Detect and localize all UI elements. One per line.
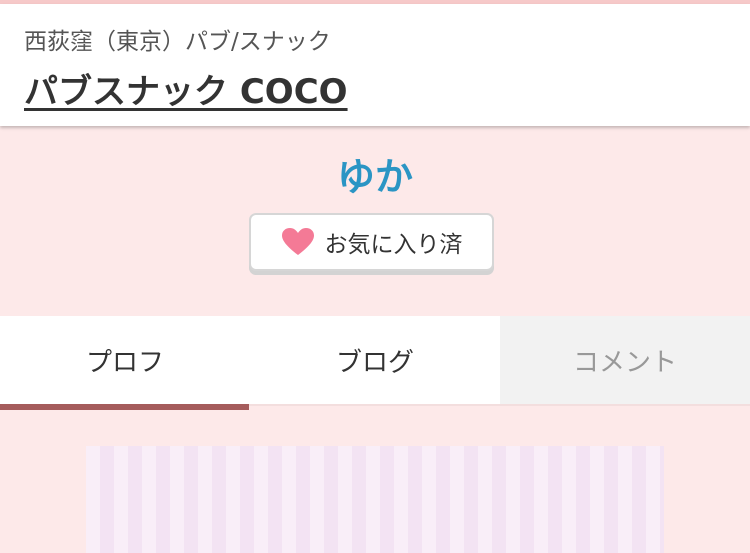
page: 西荻窪（東京）パブ/スナック パブスナック COCO ゆか お気に入り済 プロフ…	[0, 0, 750, 553]
tab-profile[interactable]: プロフ	[0, 316, 250, 404]
shop-header: 西荻窪（東京）パブ/スナック パブスナック COCO	[0, 4, 750, 126]
profile-tabs: プロフ ブログ コメント	[0, 316, 750, 404]
active-tab-indicator	[0, 404, 249, 410]
tab-blog[interactable]: ブログ	[250, 316, 500, 404]
shop-name-link[interactable]: パブスナック COCO	[24, 64, 348, 113]
breadcrumb: 西荻窪（東京）パブ/スナック	[24, 29, 331, 55]
tab-bar-underline	[249, 404, 750, 406]
favorite-button[interactable]: お気に入り済	[249, 213, 494, 271]
tab-comment[interactable]: コメント	[500, 316, 750, 404]
heart-icon	[281, 227, 315, 257]
favorite-button-label: お気に入り済	[324, 232, 463, 258]
profile-name: ゆか	[336, 155, 413, 199]
profile-photo-frame[interactable]	[86, 446, 664, 553]
